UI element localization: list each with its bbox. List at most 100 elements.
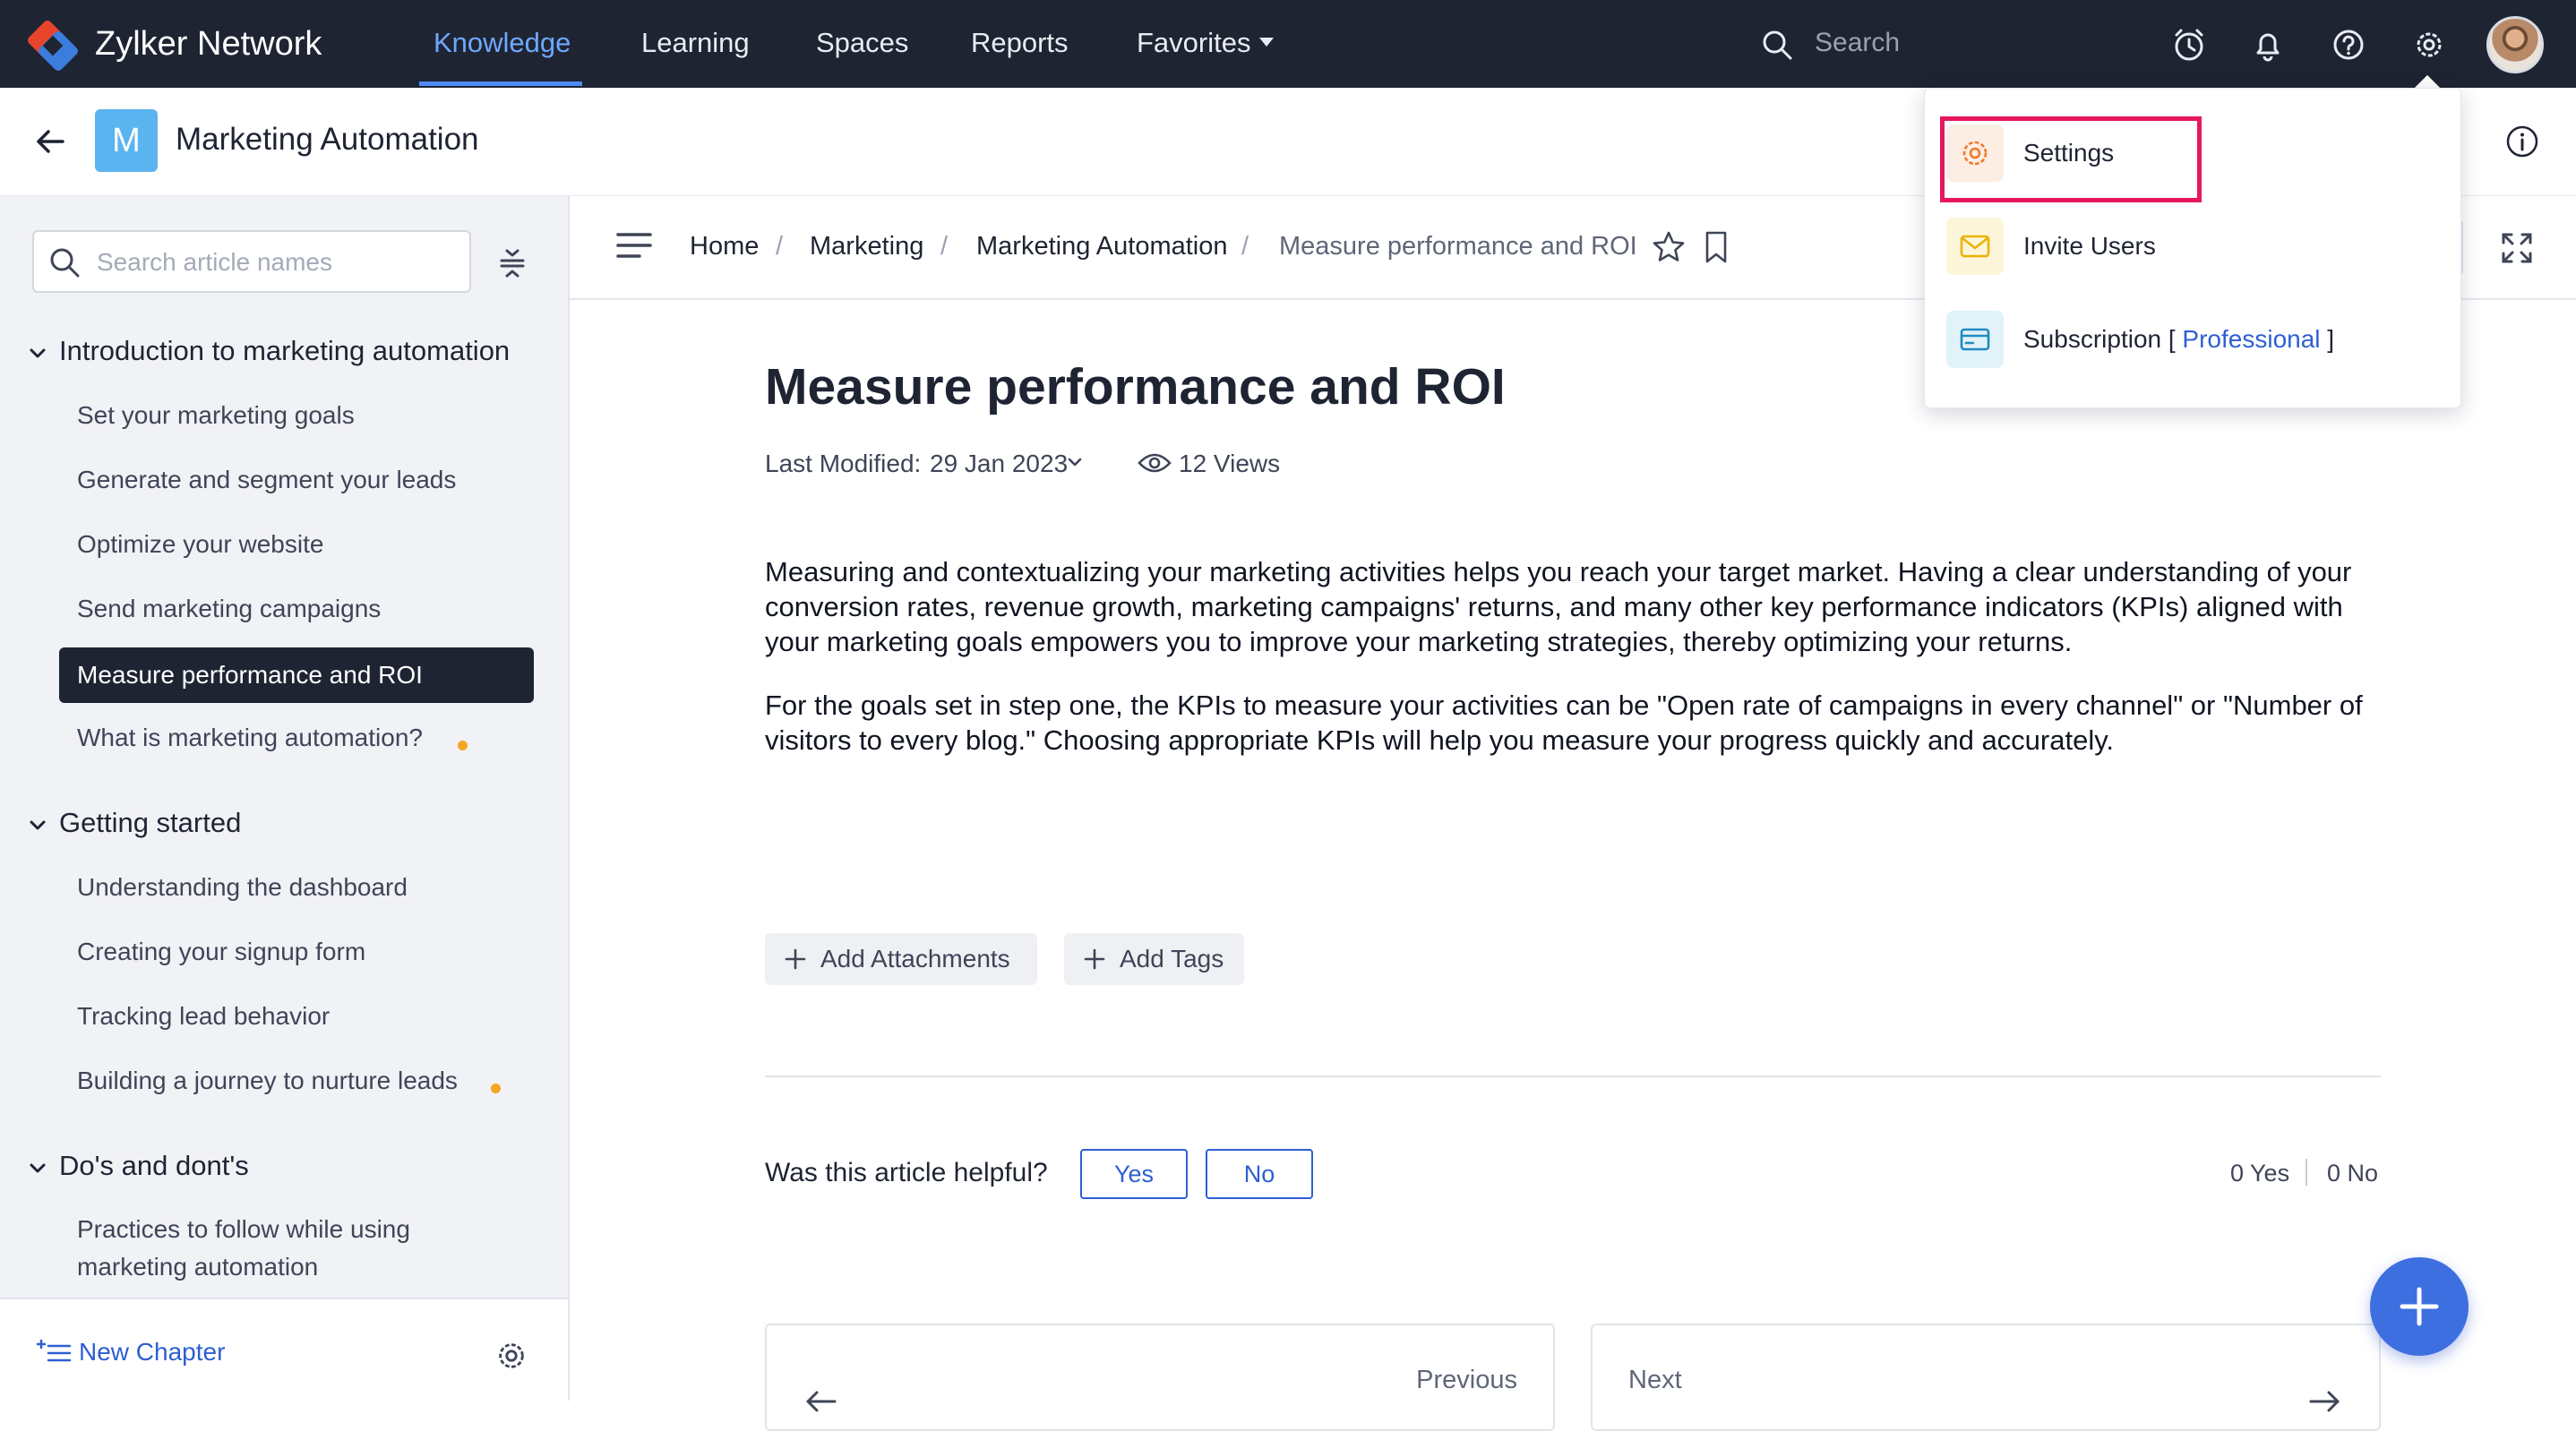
- vote-yes-button[interactable]: Yes: [1080, 1149, 1188, 1199]
- settings-highlight-box: [1940, 116, 2202, 202]
- article-link[interactable]: Understanding the dashboard: [77, 870, 408, 905]
- menu-item-subscription[interactable]: Subscription [ Professional ]: [1946, 304, 2439, 375]
- breadcrumb-separator: /: [1241, 232, 1249, 261]
- article-link[interactable]: Generate and segment your leads: [77, 462, 456, 498]
- subscription-label: Subscription [: [2023, 325, 2183, 353]
- article-sidebar: Introduction to marketing automation Set…: [0, 196, 570, 1402]
- article-paragraph: For the goals set in step one, the KPIs …: [765, 690, 2363, 756]
- article-link[interactable]: Send marketing campaigns: [77, 591, 381, 627]
- bell-icon[interactable]: [2250, 27, 2286, 63]
- breadcrumb-separator: /: [776, 232, 784, 261]
- invite-icon-tile: [1946, 218, 2004, 275]
- article-link[interactable]: Practices to follow while using marketin…: [77, 1211, 498, 1286]
- article-link[interactable]: Tracking lead behavior: [77, 998, 330, 1034]
- search-icon[interactable]: [1761, 29, 1793, 61]
- bookmark-icon[interactable]: [1702, 230, 1730, 264]
- draft-indicator-dot: [458, 741, 468, 750]
- article-link[interactable]: Creating your signup form: [77, 934, 365, 970]
- yes-count: 0 Yes: [2230, 1160, 2290, 1187]
- chevron-down-icon[interactable]: [1066, 457, 1084, 469]
- nav-learning[interactable]: Learning: [641, 25, 750, 61]
- space-badge: M: [95, 109, 158, 172]
- helpful-question: Was this article helpful?: [765, 1158, 1048, 1187]
- menu-item-label: Subscription [ Professional ]: [2023, 321, 2334, 357]
- create-fab-button[interactable]: [2370, 1257, 2469, 1356]
- previous-label: Previous: [1416, 1366, 1517, 1394]
- help-icon[interactable]: [2331, 27, 2366, 63]
- add-list-icon[interactable]: [36, 1339, 72, 1366]
- last-modified-label: Last Modified:: [765, 450, 922, 477]
- avatar[interactable]: [2486, 16, 2544, 73]
- chapter-title: Do's and dont's: [59, 1150, 249, 1181]
- article-paragraph: Measuring and contextualizing your marke…: [765, 556, 2352, 657]
- card-icon: [1960, 328, 1990, 351]
- vote-no-button[interactable]: No: [1206, 1149, 1313, 1199]
- no-count: 0 No: [2327, 1160, 2379, 1187]
- fullscreen-icon[interactable]: [2501, 232, 2533, 264]
- nav-spaces[interactable]: Spaces: [816, 25, 908, 61]
- previous-article-card[interactable]: Previous: [765, 1324, 1555, 1431]
- search-icon: [50, 248, 80, 278]
- views-count: 12 Views: [1179, 450, 1281, 477]
- add-tags-label: Add Tags: [1120, 945, 1224, 973]
- clock-icon[interactable]: [2171, 27, 2207, 63]
- nav-favorites[interactable]: Favorites: [1137, 25, 1250, 61]
- mail-icon: [1960, 235, 1990, 258]
- gear-icon[interactable]: [494, 1339, 528, 1373]
- sidebar-footer: New Chapter: [0, 1298, 568, 1402]
- chapter-getting-started[interactable]: Getting started: [27, 805, 241, 841]
- plus-icon: [1084, 948, 1105, 970]
- vote-count-separator: [2306, 1159, 2307, 1186]
- top-navigation-bar: Zylker Network Knowledge Learning Spaces…: [0, 0, 2576, 88]
- plus-icon: [785, 948, 806, 970]
- next-article-card[interactable]: Next: [1591, 1324, 2381, 1431]
- chapter-introduction[interactable]: Introduction to marketing automation: [27, 333, 510, 369]
- space-title: Marketing Automation: [176, 122, 479, 157]
- chevron-down-icon: [30, 348, 46, 358]
- eye-icon: [1138, 453, 1172, 473]
- chapter-title: Introduction to marketing automation: [59, 335, 511, 366]
- zylker-logo[interactable]: [23, 16, 82, 75]
- collapse-expand-icon[interactable]: [494, 243, 530, 282]
- article-link[interactable]: What is marketing automation?: [77, 720, 423, 756]
- article-search-box: [32, 230, 471, 293]
- breadcrumb-marketing[interactable]: Marketing: [810, 228, 923, 264]
- subscription-plan-link[interactable]: Professional: [2182, 325, 2320, 353]
- menu-item-invite-users[interactable]: Invite Users: [1946, 210, 2439, 282]
- plus-icon: [2400, 1287, 2439, 1326]
- global-search-input[interactable]: Search: [1815, 25, 1900, 61]
- add-attachments-button[interactable]: Add Attachments: [765, 933, 1037, 985]
- article-link[interactable]: Set your marketing goals: [77, 398, 355, 433]
- arrow-left-icon: [806, 1391, 837, 1412]
- article-search-input[interactable]: [95, 241, 457, 284]
- chapter-dos-and-donts[interactable]: Do's and dont's: [27, 1148, 249, 1184]
- new-chapter-button[interactable]: New Chapter: [79, 1335, 225, 1369]
- breadcrumb-marketing-automation[interactable]: Marketing Automation: [976, 228, 1227, 264]
- active-nav-indicator: [419, 81, 582, 86]
- breadcrumb-current: Measure performance and ROI: [1279, 232, 1637, 261]
- breadcrumb-separator: /: [940, 232, 949, 261]
- gear-icon[interactable]: [2411, 27, 2447, 63]
- arrow-right-icon: [2309, 1391, 2340, 1412]
- breadcrumb-home[interactable]: Home: [690, 228, 759, 264]
- favorites-dropdown-caret-icon[interactable]: [1259, 38, 1274, 47]
- chevron-down-icon: [30, 820, 46, 830]
- toolbar-divider: [2461, 221, 2463, 273]
- subscription-icon-tile: [1946, 311, 2004, 368]
- app-name[interactable]: Zylker Network: [95, 23, 322, 64]
- last-modified-date[interactable]: 29 Jan 2023: [930, 446, 1068, 482]
- article-link[interactable]: Optimize your website: [77, 527, 323, 562]
- subscription-label-suffix: ]: [2320, 325, 2335, 353]
- add-attachments-label: Add Attachments: [820, 945, 1010, 973]
- star-icon[interactable]: [1652, 230, 1686, 264]
- menu-icon[interactable]: [616, 230, 652, 261]
- draft-indicator-dot: [491, 1084, 501, 1093]
- nav-reports[interactable]: Reports: [971, 25, 1069, 61]
- add-tags-button[interactable]: Add Tags: [1064, 933, 1244, 985]
- back-arrow-icon[interactable]: [30, 122, 70, 161]
- info-icon[interactable]: [2504, 124, 2540, 159]
- next-label: Next: [1628, 1366, 1682, 1394]
- nav-knowledge[interactable]: Knowledge: [434, 25, 571, 61]
- article-link[interactable]: Building a journey to nurture leads: [77, 1063, 458, 1099]
- article-link-selected[interactable]: Measure performance and ROI: [59, 647, 534, 703]
